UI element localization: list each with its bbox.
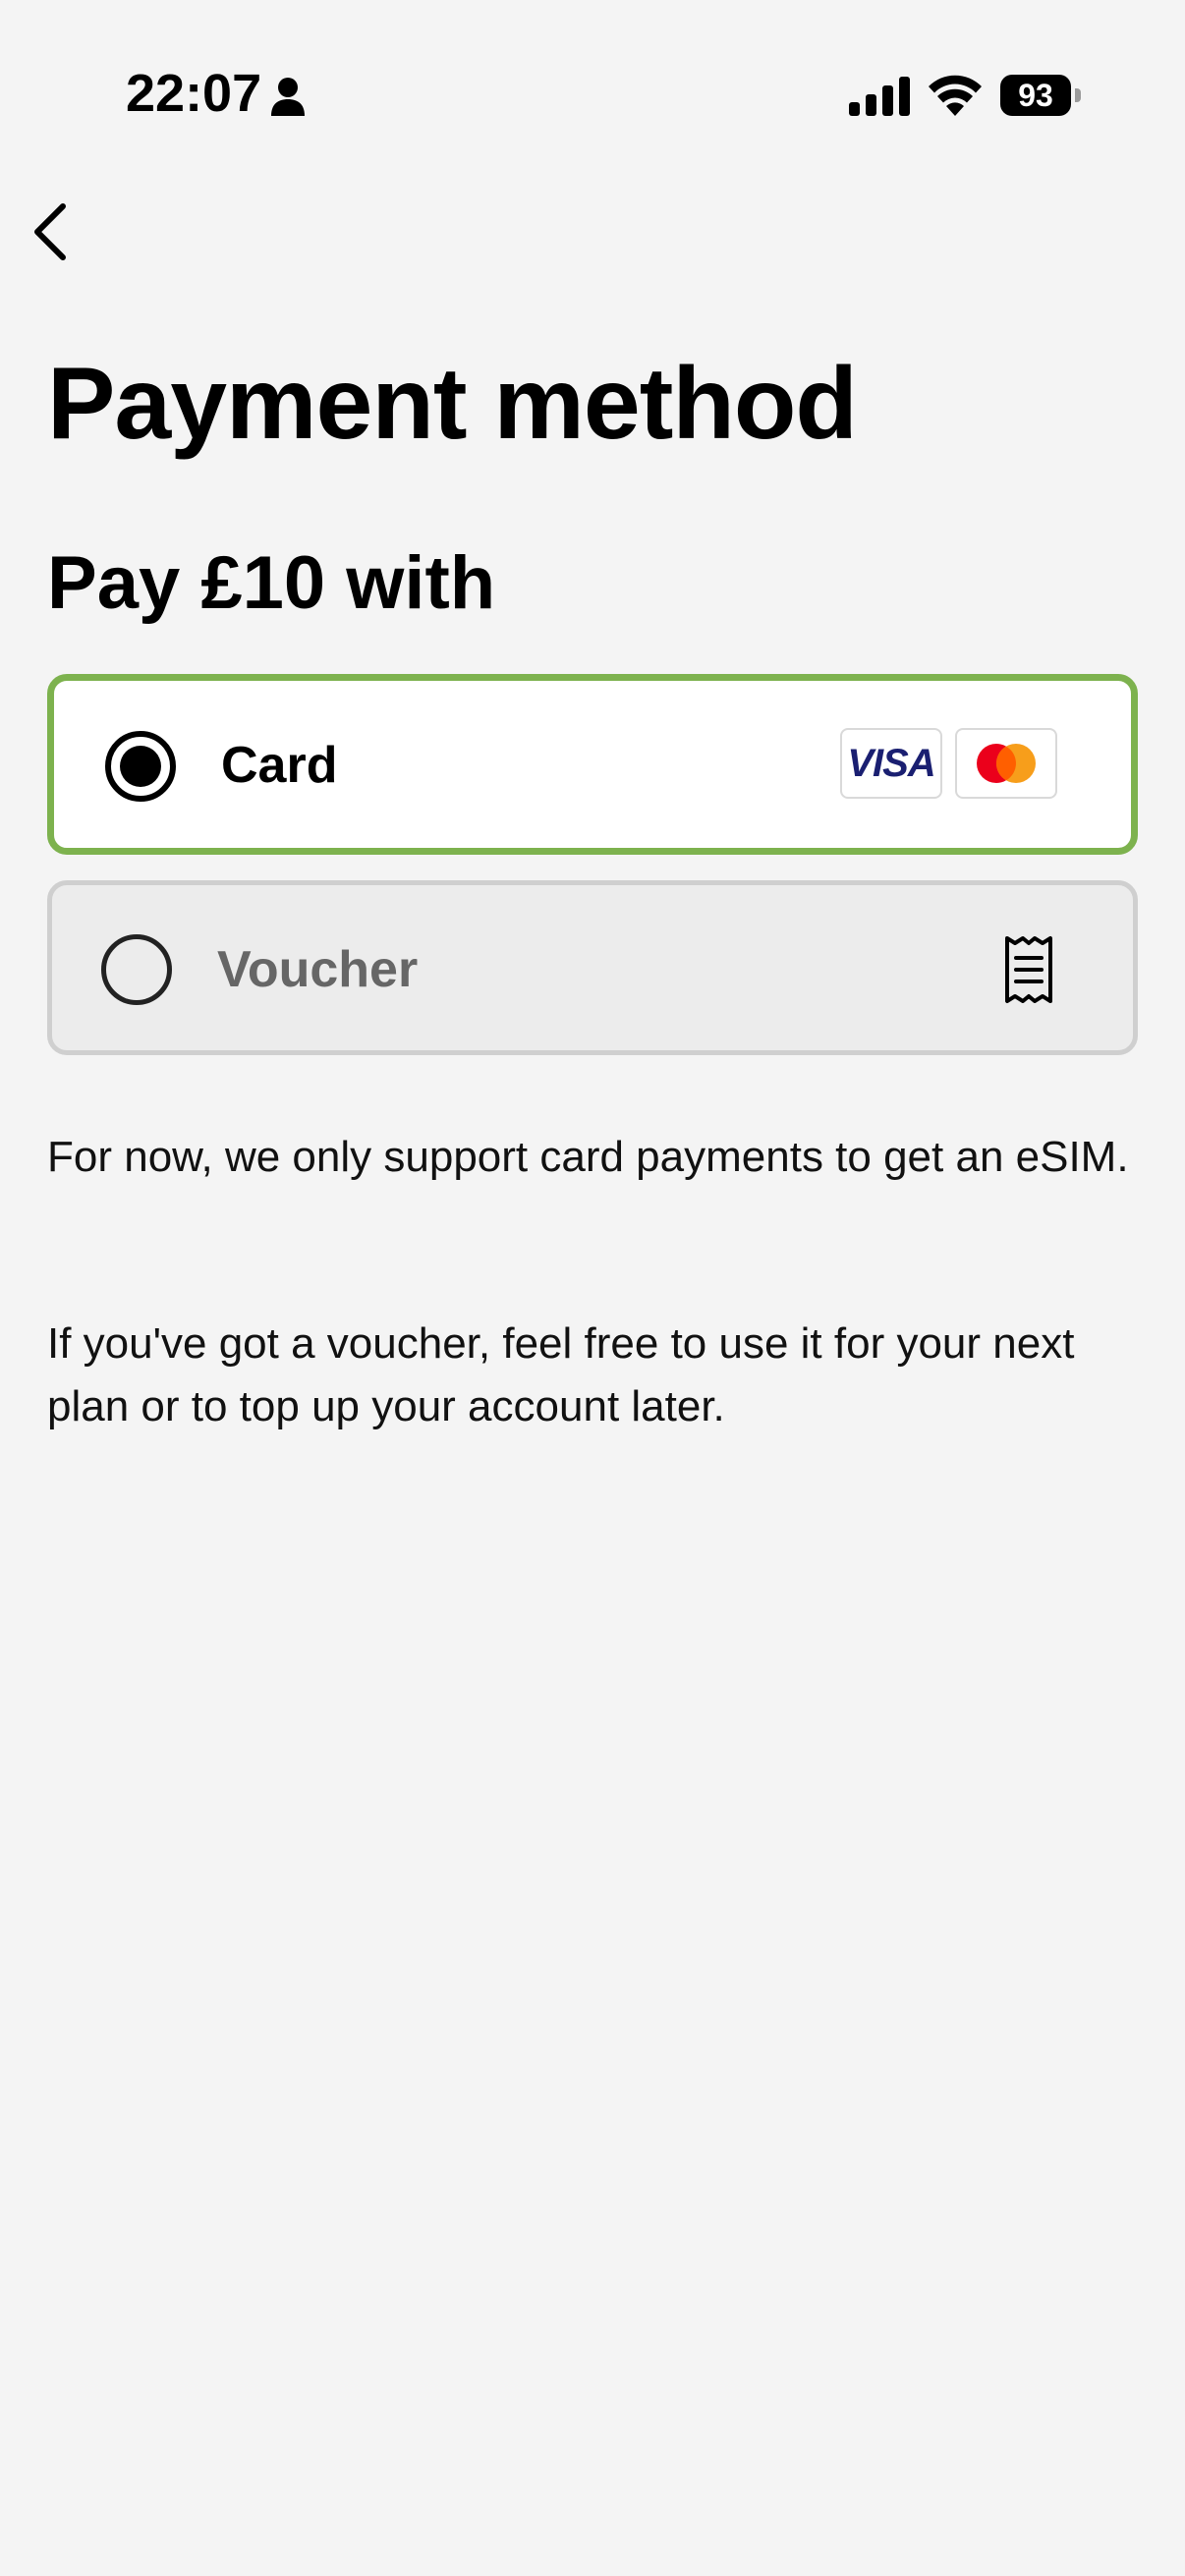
payment-option-voucher[interactable]: Voucher: [47, 880, 1138, 1055]
chevron-left-icon: [34, 203, 66, 260]
card-option-label: Card: [221, 737, 338, 794]
mastercard-icon: [977, 744, 1036, 783]
wifi-icon: [929, 75, 982, 116]
signal-icon: [849, 77, 910, 116]
mastercard-logo: [955, 728, 1057, 799]
payment-option-card[interactable]: Card VISA: [47, 674, 1138, 855]
battery-icon: 93: [1000, 75, 1081, 116]
pay-amount-heading: Pay £10 with: [47, 541, 496, 625]
battery-level: 93: [1018, 78, 1053, 113]
card-only-info-text: For now, we only support card payments t…: [47, 1133, 1129, 1181]
back-button[interactable]: [14, 193, 85, 271]
voucher-info-text: If you've got a voucher, feel free to us…: [47, 1319, 1075, 1430]
battery-tip: [1075, 88, 1081, 102]
card-radio-button[interactable]: [105, 731, 176, 802]
voucher-radio-button[interactable]: [101, 934, 172, 1005]
visa-logo-text: VISA: [847, 741, 935, 785]
visa-logo: VISA: [840, 728, 942, 799]
person-icon: [271, 78, 305, 116]
voucher-option-label: Voucher: [217, 941, 419, 998]
page-title: Payment method: [47, 347, 858, 461]
status-time: 22:07: [126, 64, 262, 123]
receipt-icon: [1005, 936, 1052, 1003]
radio-selected-dot: [120, 746, 161, 787]
status-bar: 22:07 93: [0, 0, 1185, 196]
